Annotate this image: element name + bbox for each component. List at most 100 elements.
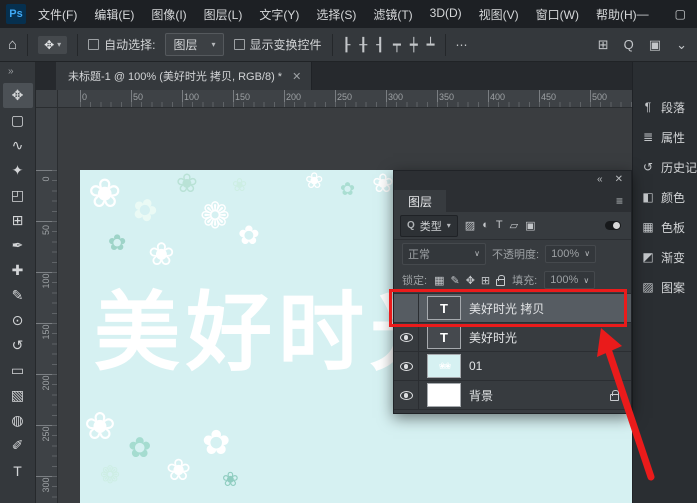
tab-close-icon[interactable]: ✕ [292,70,301,83]
menu-layer[interactable]: 图层(L) [204,6,243,23]
menu-filter[interactable]: 滤镜(T) [373,6,412,23]
dock-item-color[interactable]: ◧ 颜色 [633,182,697,212]
menu-view[interactable]: 视图(V) [479,6,519,23]
lock-all-icon[interactable] [496,279,505,286]
filter-adjustment-icon[interactable]: ◐ [482,219,489,232]
dock-item-paragraph[interactable]: ¶ 段落 [633,92,697,122]
menu-image[interactable]: 图像(I) [151,6,186,23]
eye-icon[interactable] [400,333,413,342]
tool-eraser[interactable]: ▭ [3,358,33,383]
tool-type[interactable]: T [3,458,33,483]
dock-item-label: 属性 [661,129,685,146]
dock-item-gradients[interactable]: ◩ 渐变 [633,242,697,272]
chevron-down-icon[interactable]: ⌄ [676,37,687,53]
blend-mode-dropdown[interactable]: 正常 ∨ [402,243,486,265]
tool-quick-select[interactable]: ✦ [3,158,33,183]
tool-crop[interactable]: ◰ [3,183,33,208]
3d-mode-icon[interactable]: ⊞ [598,37,609,53]
layers-panel-header: « ✕ [394,171,631,187]
close-panel-icon[interactable]: ✕ [615,174,623,185]
eye-icon[interactable] [400,362,413,371]
align-center-h-icon[interactable]: ╂ [359,37,367,53]
document-tab[interactable]: 未标题-1 @ 100% (美好时光 拷贝, RGB/8) * ✕ [56,62,312,90]
layer-thumbnail[interactable]: ❀❀ [427,354,461,378]
auto-select-checkbox[interactable] [88,39,99,50]
menu-edit[interactable]: 编辑(E) [94,6,134,23]
history-brush-icon: ↺ [12,337,24,354]
menu-select[interactable]: 选择(S) [316,6,356,23]
tool-marquee[interactable]: ▢ [3,108,33,133]
tab-layers[interactable]: 图层 [394,190,446,212]
marquee-icon: ▢ [11,112,24,129]
lock-transparent-icon[interactable]: ▦ [434,274,444,287]
layer-row-background[interactable]: 背景 [394,381,631,410]
minimize-icon[interactable]: — [637,7,649,21]
right-panel-dock: ¶ 段落 ≣ 属性 ↺ 历史记录 ◧ 颜色 ▦ 色板 ◩ 渐变 ▨ 图案 [632,62,697,503]
align-bottom-icon[interactable]: ┷ [427,37,435,53]
filter-type-icon[interactable]: T [496,219,503,232]
align-top-icon[interactable]: ┯ [393,37,401,53]
more-options-icon[interactable]: ⋯ [456,38,468,52]
panel-menu-icon[interactable]: ≡ [616,194,631,212]
tool-blur[interactable]: ◍ [3,408,33,433]
tool-frame[interactable]: ⊞ [3,208,33,233]
layer-filter-dropdown[interactable]: Q 类型 ▾ [400,215,458,237]
dock-item-properties[interactable]: ≣ 属性 [633,122,697,152]
opacity-dropdown[interactable]: 100% ∨ [545,245,596,263]
align-middle-icon[interactable]: ┿ [410,37,418,53]
filter-toggle-switch[interactable] [605,221,621,230]
align-right-icon[interactable]: ┨ [376,37,384,53]
dock-item-label: 段落 [661,99,685,116]
vertical-ruler[interactable]: 0 50 100 150 200 250 300 [36,108,58,503]
tool-move[interactable]: ✥ [3,83,33,108]
filter-shape-icon[interactable]: ▱ [510,219,518,232]
tool-eyedropper[interactable]: ✒ [3,233,33,258]
horizontal-ruler[interactable]: 0 50 100 150 200 250 300 350 400 450 500 [58,90,632,108]
visibility-cell[interactable] [394,323,419,351]
current-tool-button[interactable]: ✥ ▾ [38,36,67,54]
tool-gradient[interactable]: ▧ [3,383,33,408]
filter-smart-object-icon[interactable]: ▣ [525,219,535,232]
menu-window[interactable]: 窗口(W) [536,6,579,23]
tool-healing[interactable]: ✚ [3,258,33,283]
layer-row-image[interactable]: ❀❀ 01 [394,352,631,381]
dock-item-history[interactable]: ↺ 历史记录 [633,152,697,182]
dock-item-swatches[interactable]: ▦ 色板 [633,212,697,242]
collapse-panel-icon[interactable]: « [597,174,603,185]
maximize-icon[interactable]: ▢ [675,7,686,21]
menu-help[interactable]: 帮助(H) [596,6,637,23]
menu-3d[interactable]: 3D(D) [430,6,462,23]
lock-position-icon[interactable]: ✥ [466,274,475,287]
document-tab-title: 未标题-1 @ 100% (美好时光 拷贝, RGB/8) * [68,68,282,84]
visibility-cell[interactable] [394,352,419,380]
titlebar: Ps 文件(F) 编辑(E) 图像(I) 图层(L) 文字(Y) 选择(S) 滤… [0,0,697,28]
workspace-icon[interactable]: ▣ [649,37,661,53]
layer-name[interactable]: 背景 [469,387,493,404]
show-transform-checkbox[interactable] [234,39,245,50]
align-left-icon[interactable]: ┠ [343,37,351,53]
menu-type[interactable]: 文字(Y) [259,6,299,23]
toolbar-expand-icon[interactable]: » [0,62,14,83]
layer-name[interactable]: 01 [469,359,482,373]
dock-item-patterns[interactable]: ▨ 图案 [633,272,697,302]
layer-thumbnail[interactable]: T [427,325,461,349]
layer-thumbnail[interactable] [427,383,461,407]
auto-select-target-dropdown[interactable]: 图层 ▾ [165,33,223,56]
filter-pixel-icon[interactable]: ▨ [465,219,475,232]
patterns-icon: ▨ [641,280,655,294]
tool-pen[interactable]: ✐ [3,433,33,458]
fill-dropdown[interactable]: 100% ∨ [544,271,595,289]
home-icon[interactable]: ⌂ [8,36,17,53]
layer-name[interactable]: 美好时光 [469,329,517,346]
search-icon[interactable]: Q [624,37,634,52]
tool-brush[interactable]: ✎ [3,283,33,308]
layer-row-text[interactable]: T 美好时光 [394,323,631,352]
tool-history-brush[interactable]: ↺ [3,333,33,358]
menu-file[interactable]: 文件(F) [38,6,77,23]
lock-paint-icon[interactable]: ✎ [450,274,459,287]
tool-lasso[interactable]: ∿ [3,133,33,158]
lock-artboard-icon[interactable]: ⊞ [481,274,490,287]
tool-clone-stamp[interactable]: ⊙ [3,308,33,333]
visibility-cell[interactable] [394,381,419,409]
eye-icon[interactable] [400,391,413,400]
